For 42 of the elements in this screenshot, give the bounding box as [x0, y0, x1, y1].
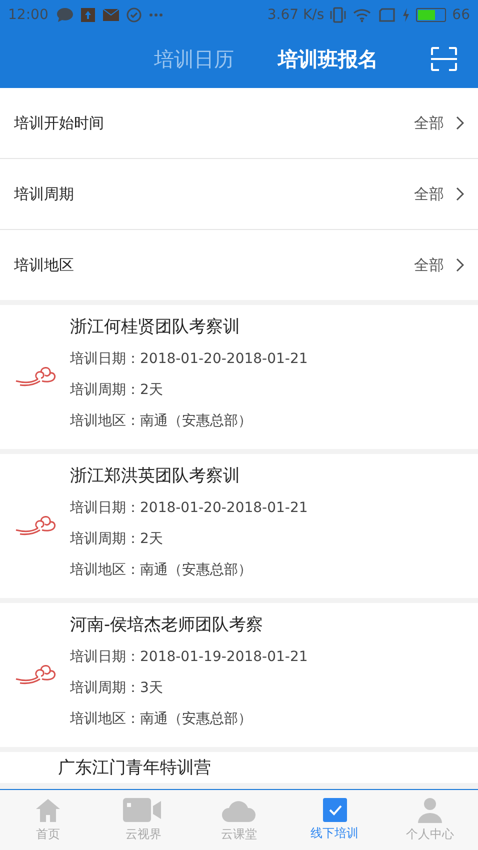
network-speed: 3.67 K/s: [267, 7, 324, 23]
course-date: 培训日期：2018-01-19-2018-01-21: [70, 648, 308, 667]
chevron-right-icon: [456, 258, 464, 272]
mail-icon: [102, 7, 120, 23]
status-time: 12:00: [8, 7, 48, 23]
header-tab[interactable]: 培训班报名: [256, 38, 400, 80]
check-circle-icon: [126, 7, 142, 23]
chat-bubble-icon: [56, 7, 74, 23]
checklist-icon: [322, 798, 347, 822]
battery-percent: 66: [452, 7, 470, 23]
course-title: 河南-侯培杰老师团队考察: [70, 614, 264, 636]
person-icon: [417, 797, 444, 823]
course-period: 培训周期：3天: [70, 679, 164, 698]
video-camera-icon: [123, 797, 164, 823]
filter-row[interactable]: 培训开始时间 全部: [0, 88, 478, 159]
course-card[interactable]: 河南-侯培杰老师团队考察 培训日期：2018-01-19-2018-01-21 培训周期：3天 培训地区：南通（安惠总部）: [0, 603, 478, 747]
wifi-icon: [352, 7, 372, 23]
course-region: 培训地区：南通（安惠总部）: [70, 710, 253, 729]
course-card[interactable]: 浙江何桂贤团队考察训 培训日期：2018-01-20-2018-01-21 培训周期：2天 培训地区：南通（安惠总部）: [0, 305, 478, 449]
course-date: 培训日期：2018-01-20-2018-01-21: [70, 350, 308, 369]
battery-icon: [416, 8, 446, 22]
course-region: 培训地区：南通（安惠总部）: [70, 412, 253, 431]
sim-card-icon: [378, 7, 396, 23]
course-title: 浙江郑洪英团队考察训: [70, 465, 241, 487]
filter-row[interactable]: 培训周期 全部: [0, 159, 478, 230]
course-card[interactable]: 浙江郑洪英团队考察训 培训日期：2018-01-20-2018-01-21 培训周期：2天 培训地区：南通（安惠总部）: [0, 454, 478, 598]
more-icon: [148, 13, 164, 17]
course-title: 浙江何桂贤团队考察训: [70, 316, 241, 338]
course-card[interactable]: 广东江门青年特训营: [0, 752, 478, 783]
home-icon: [34, 797, 62, 823]
chevron-right-icon: [456, 116, 464, 130]
course-region: 培训地区：南通（安惠总部）: [70, 561, 253, 580]
vibrate-icon: [330, 7, 346, 23]
upload-icon: [80, 7, 96, 23]
lightning-icon: [402, 8, 410, 22]
filter-row[interactable]: 培训地区 全部: [0, 230, 478, 300]
course-period: 培训周期：2天: [70, 381, 164, 400]
course-period: 培训周期：2天: [70, 530, 164, 549]
course-date: 培训日期：2018-01-20-2018-01-21: [70, 499, 308, 518]
course-title: 广东江门青年特训营: [58, 757, 211, 779]
chevron-right-icon: [456, 187, 464, 201]
scan-icon[interactable]: [430, 46, 458, 72]
